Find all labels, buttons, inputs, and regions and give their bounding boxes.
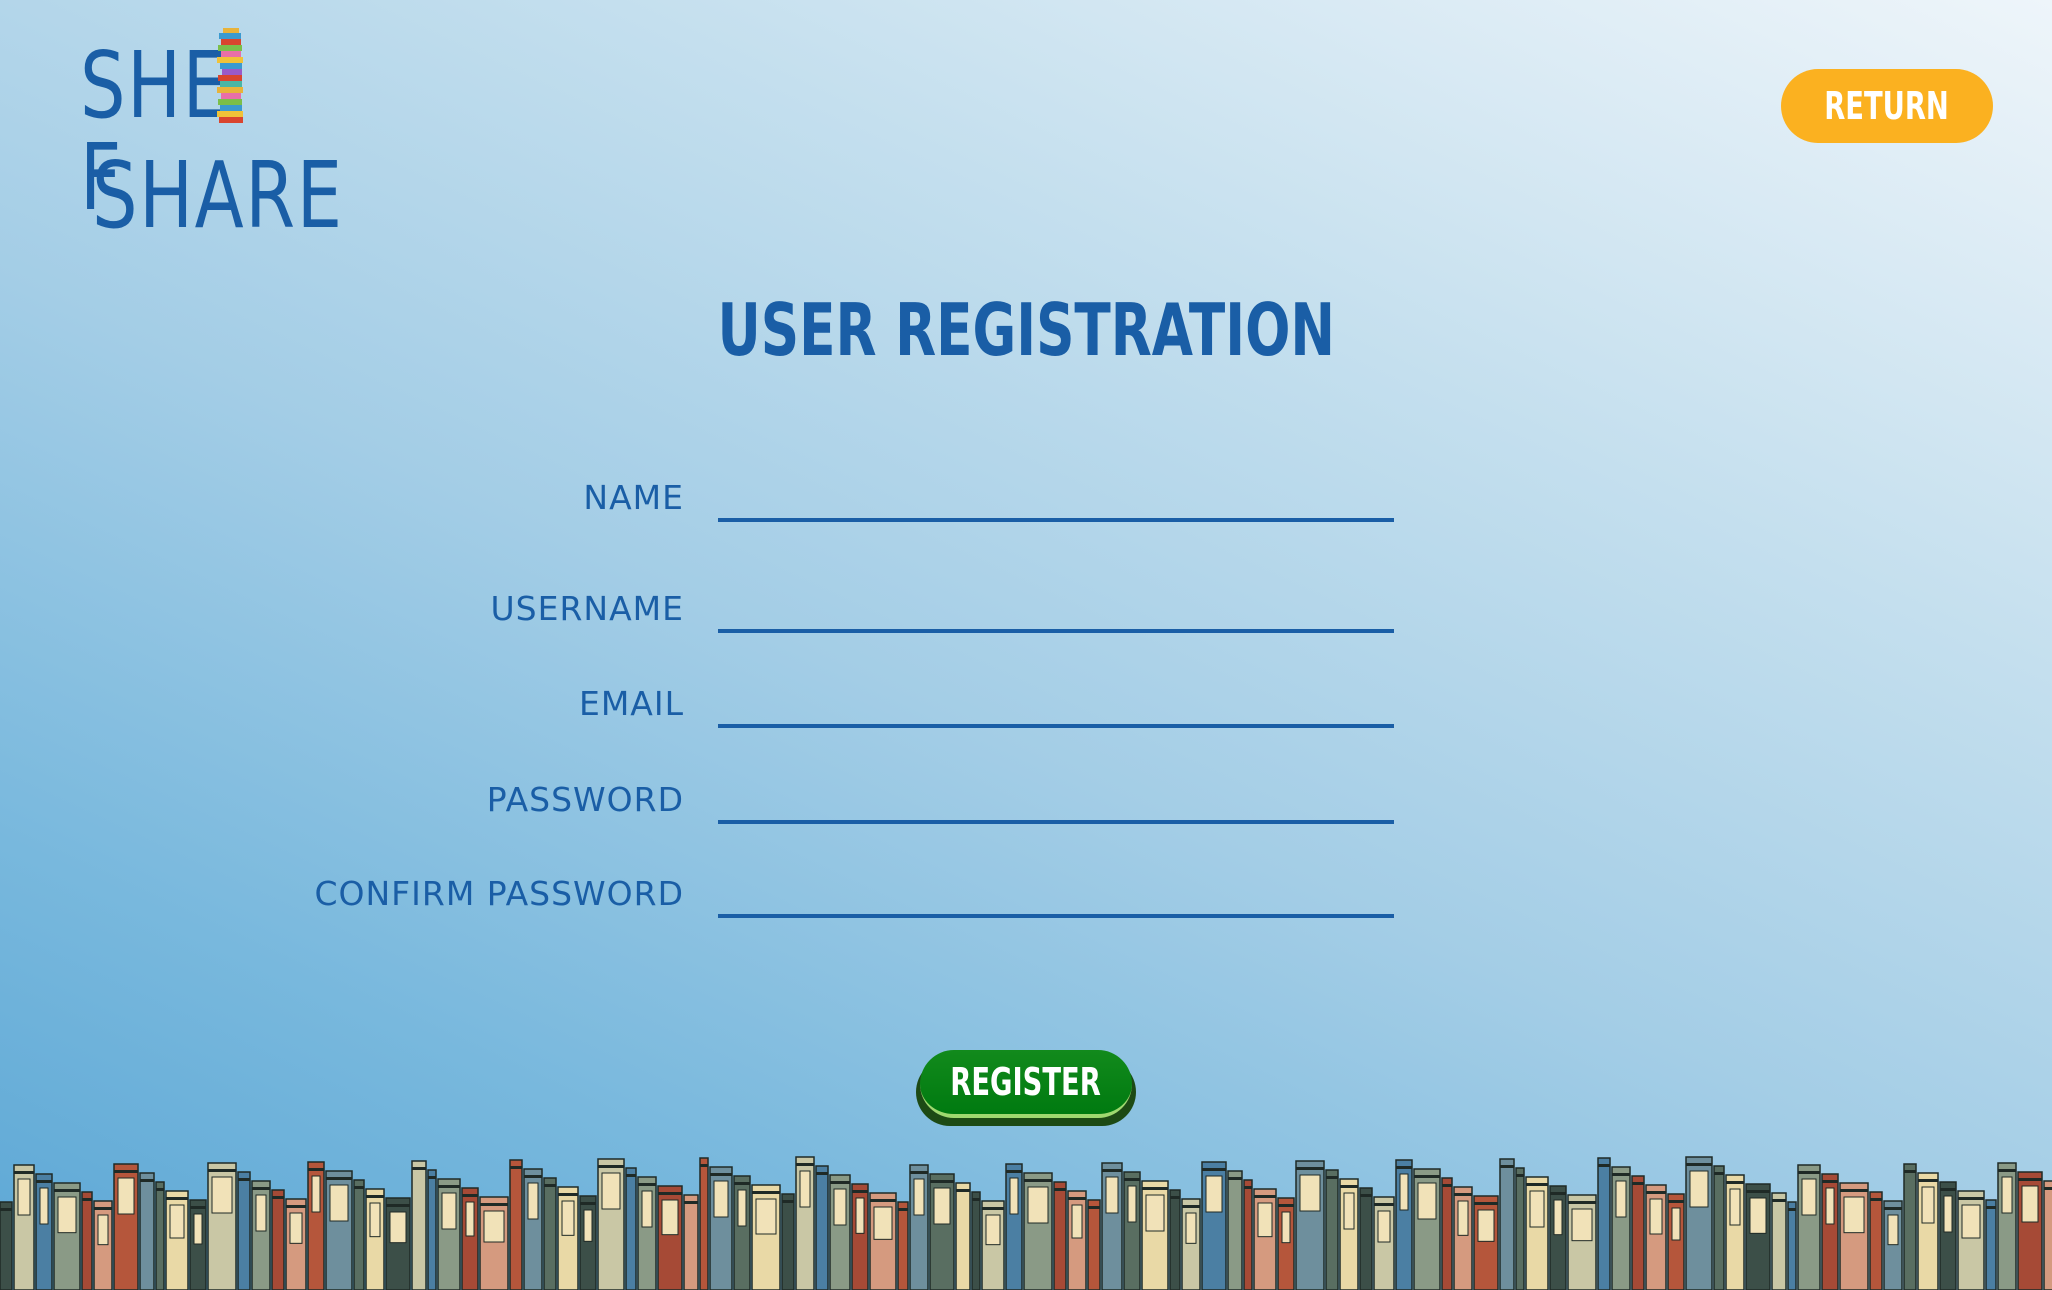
return-button-label: RETURN (1824, 84, 1950, 128)
name-label: NAME (583, 478, 684, 517)
register-button-wrap: REGISTER (916, 1050, 1136, 1126)
name-field[interactable] (718, 476, 1394, 522)
logo-line-2: SHARE (92, 142, 344, 249)
register-button-label: REGISTER (950, 1060, 1102, 1104)
book-stack-icon (217, 28, 243, 123)
password-label: PASSWORD (486, 780, 684, 819)
email-label: EMAIL (578, 684, 684, 723)
register-button[interactable]: REGISTER (920, 1050, 1132, 1118)
confirm-password-label: CONFIRM PASSWORD (314, 874, 684, 913)
bookshelf-illustration (0, 1156, 2052, 1290)
username-field[interactable] (718, 587, 1394, 633)
password-field[interactable] (718, 778, 1394, 824)
page-title-text: USER REGISTRATION (717, 288, 1335, 372)
return-button[interactable]: RETURN (1781, 69, 1993, 143)
shelf-share-logo: SHEF SHARE (80, 22, 342, 252)
page-title: USER REGISTRATION (0, 288, 2052, 372)
confirm-password-field[interactable] (718, 872, 1394, 918)
username-label: USERNAME (490, 589, 684, 628)
email-field[interactable] (718, 682, 1394, 728)
logo-text-she: SHE (80, 32, 230, 139)
